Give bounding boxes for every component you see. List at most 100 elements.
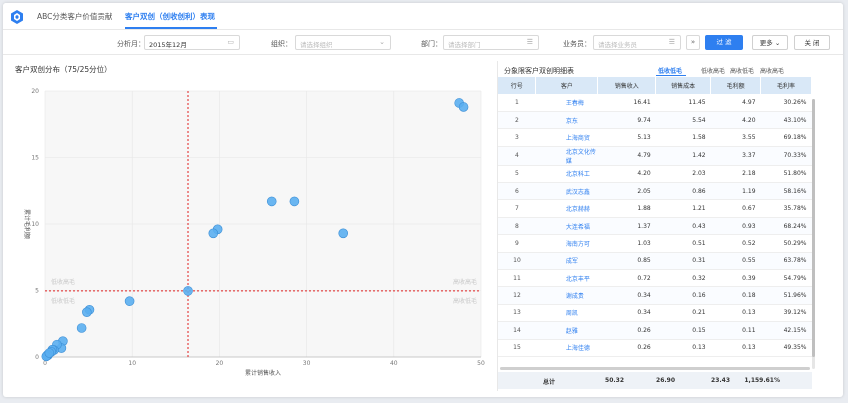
cell-customer[interactable]: 赵雅 — [535, 321, 598, 340]
dept-placeholder: 请选择部门 — [448, 41, 481, 49]
col-customer[interactable]: 客户 — [535, 77, 599, 94]
table-row[interactable]: 9 海南方可 1.03 0.51 0.52 50.29% — [498, 234, 812, 253]
cell-customer[interactable]: 北京赫赫 — [535, 199, 598, 218]
scatter-point — [183, 286, 193, 296]
cell-revenue: 1.88 — [597, 199, 656, 218]
detail-tab-indicator — [656, 75, 686, 76]
totals-row: 总计 50.32 26.90 23.43 1,159.61% — [498, 372, 812, 389]
horizontal-scrollbar[interactable] — [500, 367, 810, 370]
table-row[interactable]: 6 武汉志鑫 2.05 0.86 1.19 58.16% — [498, 182, 812, 201]
expand-filters-button[interactable]: » — [686, 35, 700, 50]
tab-abc-value[interactable]: ABC分类客户价值贡献 — [37, 11, 112, 22]
cell-cost: 0.15 — [655, 321, 711, 340]
close-button[interactable]: 关 闭 — [794, 35, 830, 50]
col-margin[interactable]: 毛利率 — [760, 77, 812, 94]
cell-customer[interactable]: 北京丰平 — [535, 269, 598, 288]
more-button[interactable]: 更多 ⌄ — [752, 35, 788, 50]
sales-label: 业务员： — [563, 40, 591, 48]
period-value: 2015年12月 — [149, 41, 187, 49]
detail-panel: 分象限客户双创明细表 低收低毛 低收高毛 高收低毛 高收高毛 行号 客户 销售收… — [497, 61, 837, 391]
cell-customer[interactable]: 武汉志鑫 — [535, 182, 598, 201]
cell-profit: 3.37 — [710, 146, 761, 166]
org-select[interactable]: 请选择组织 ⌄ — [295, 35, 391, 50]
table-row[interactable]: 4 北京文化传媒 4.79 1.42 3.37 70.33% — [498, 146, 812, 166]
totals-cost: 26.90 — [656, 377, 675, 384]
cell-cost: 0.13 — [655, 339, 711, 357]
table-row[interactable]: 3 上海商贸 5.13 1.58 3.55 69.18% — [498, 128, 812, 147]
list-icon: ☰ — [526, 38, 533, 46]
table-row[interactable]: 5 北京科工 4.20 2.03 2.18 51.80% — [498, 165, 812, 184]
cell-customer[interactable]: 京东 — [535, 111, 598, 130]
dept-select[interactable]: 请选择部门 ☰ — [443, 35, 539, 50]
cell-cost: 1.21 — [655, 199, 711, 218]
tab-low-low[interactable]: 低收低毛 — [658, 66, 682, 75]
table-row[interactable]: 14 赵雅 0.26 0.15 0.11 42.15% — [498, 321, 812, 340]
cell-revenue: 2.05 — [597, 182, 656, 201]
cell-margin: 68.24% — [760, 217, 812, 236]
cell-margin: 70.33% — [760, 146, 812, 166]
cell-revenue: 1.37 — [597, 217, 656, 236]
table-row[interactable]: 2 京东 9.74 5.54 4.20 43.10% — [498, 111, 812, 130]
cell-cost: 1.58 — [655, 128, 711, 147]
cell-margin: 69.18% — [760, 128, 812, 147]
cell-customer[interactable]: 北京科工 — [535, 165, 598, 184]
x-tick-label: 20 — [216, 360, 224, 367]
cell-profit: 0.13 — [710, 339, 761, 357]
tab-customer-double-creation[interactable]: 客户双创（创收创利）表现 — [125, 11, 215, 22]
table-row[interactable]: 10 成军 0.85 0.31 0.55 63.78% — [498, 252, 812, 271]
y-tick-label: 15 — [31, 155, 39, 162]
cell-revenue: 0.34 — [597, 286, 656, 305]
table-row[interactable]: 13 周凯 0.34 0.21 0.13 39.12% — [498, 304, 812, 323]
cell-index: 13 — [498, 304, 536, 323]
vertical-scrollbar-thumb[interactable] — [812, 99, 815, 357]
org-placeholder: 请选择组织 — [300, 41, 333, 49]
cell-margin: 49.35% — [760, 339, 812, 357]
filter-button[interactable]: 过 滤 — [705, 35, 743, 50]
cell-revenue: 0.26 — [597, 321, 656, 340]
cell-margin: 43.10% — [760, 111, 812, 130]
cell-customer[interactable]: 上海佳德 — [535, 339, 598, 357]
scatter-point — [76, 323, 87, 333]
scatter-panel: 客户双创分布（75/25分位） 0 10 20 30 40 50 0 5 10 15 20 累计销售收… — [9, 61, 489, 391]
x-tick-label: 40 — [390, 360, 398, 367]
y-tick-label: 0 — [35, 354, 39, 361]
cell-customer[interactable]: 王春梅 — [535, 94, 598, 112]
table-row[interactable]: 12 谢成贵 0.34 0.16 0.18 51.96% — [498, 286, 812, 305]
cell-revenue: 4.20 — [597, 165, 656, 184]
cell-customer[interactable]: 谢成贵 — [535, 286, 598, 305]
tab-high-high[interactable]: 高收高毛 — [760, 66, 784, 75]
x-tick-label: 50 — [477, 360, 485, 367]
col-revenue[interactable]: 销售收入 — [597, 77, 657, 94]
table-row[interactable]: 1 王春梅 16.41 11.45 4.97 30.26% — [498, 94, 812, 112]
tab-low-high[interactable]: 低收高毛 — [701, 66, 725, 75]
col-index[interactable]: 行号 — [498, 77, 537, 94]
cell-profit: 4.97 — [710, 94, 761, 112]
col-cost[interactable]: 销售成本 — [655, 77, 712, 94]
tab-high-low[interactable]: 高收低毛 — [730, 66, 754, 75]
sales-select[interactable]: 请选择业务员 ☰ — [593, 35, 681, 50]
cell-profit: 0.93 — [710, 217, 761, 236]
totals-revenue: 50.32 — [605, 377, 624, 384]
cell-customer[interactable]: 成军 — [535, 252, 598, 271]
quadrant-label-bottom-right: 高收低毛 — [453, 297, 477, 305]
period-input[interactable]: 2015年12月 ▭ — [144, 35, 240, 50]
cell-customer[interactable]: 上海商贸 — [535, 128, 598, 147]
cell-customer[interactable]: 北京文化传媒 — [535, 146, 598, 166]
cell-revenue: 9.74 — [597, 111, 656, 130]
cell-customer[interactable]: 海南方可 — [535, 234, 598, 253]
cell-margin: 35.78% — [760, 199, 812, 218]
cell-revenue: 5.13 — [597, 128, 656, 147]
table-row[interactable]: 15 上海佳德 0.26 0.13 0.13 49.35% — [498, 339, 812, 357]
cell-profit: 2.18 — [710, 165, 761, 184]
cell-cost: 0.16 — [655, 286, 711, 305]
table-row[interactable]: 11 北京丰平 0.72 0.32 0.39 54.79% — [498, 269, 812, 288]
cell-index: 12 — [498, 286, 536, 305]
cell-customer[interactable]: 周凯 — [535, 304, 598, 323]
cell-profit: 0.18 — [710, 286, 761, 305]
cell-margin: 42.15% — [760, 321, 812, 340]
cell-customer[interactable]: 大连希福 — [535, 217, 598, 236]
table-row[interactable]: 7 北京赫赫 1.88 1.21 0.67 35.78% — [498, 199, 812, 218]
col-profit[interactable]: 毛利额 — [710, 77, 762, 94]
table-row[interactable]: 8 大连希福 1.37 0.43 0.93 68.24% — [498, 217, 812, 236]
cell-revenue: 4.79 — [597, 146, 656, 166]
